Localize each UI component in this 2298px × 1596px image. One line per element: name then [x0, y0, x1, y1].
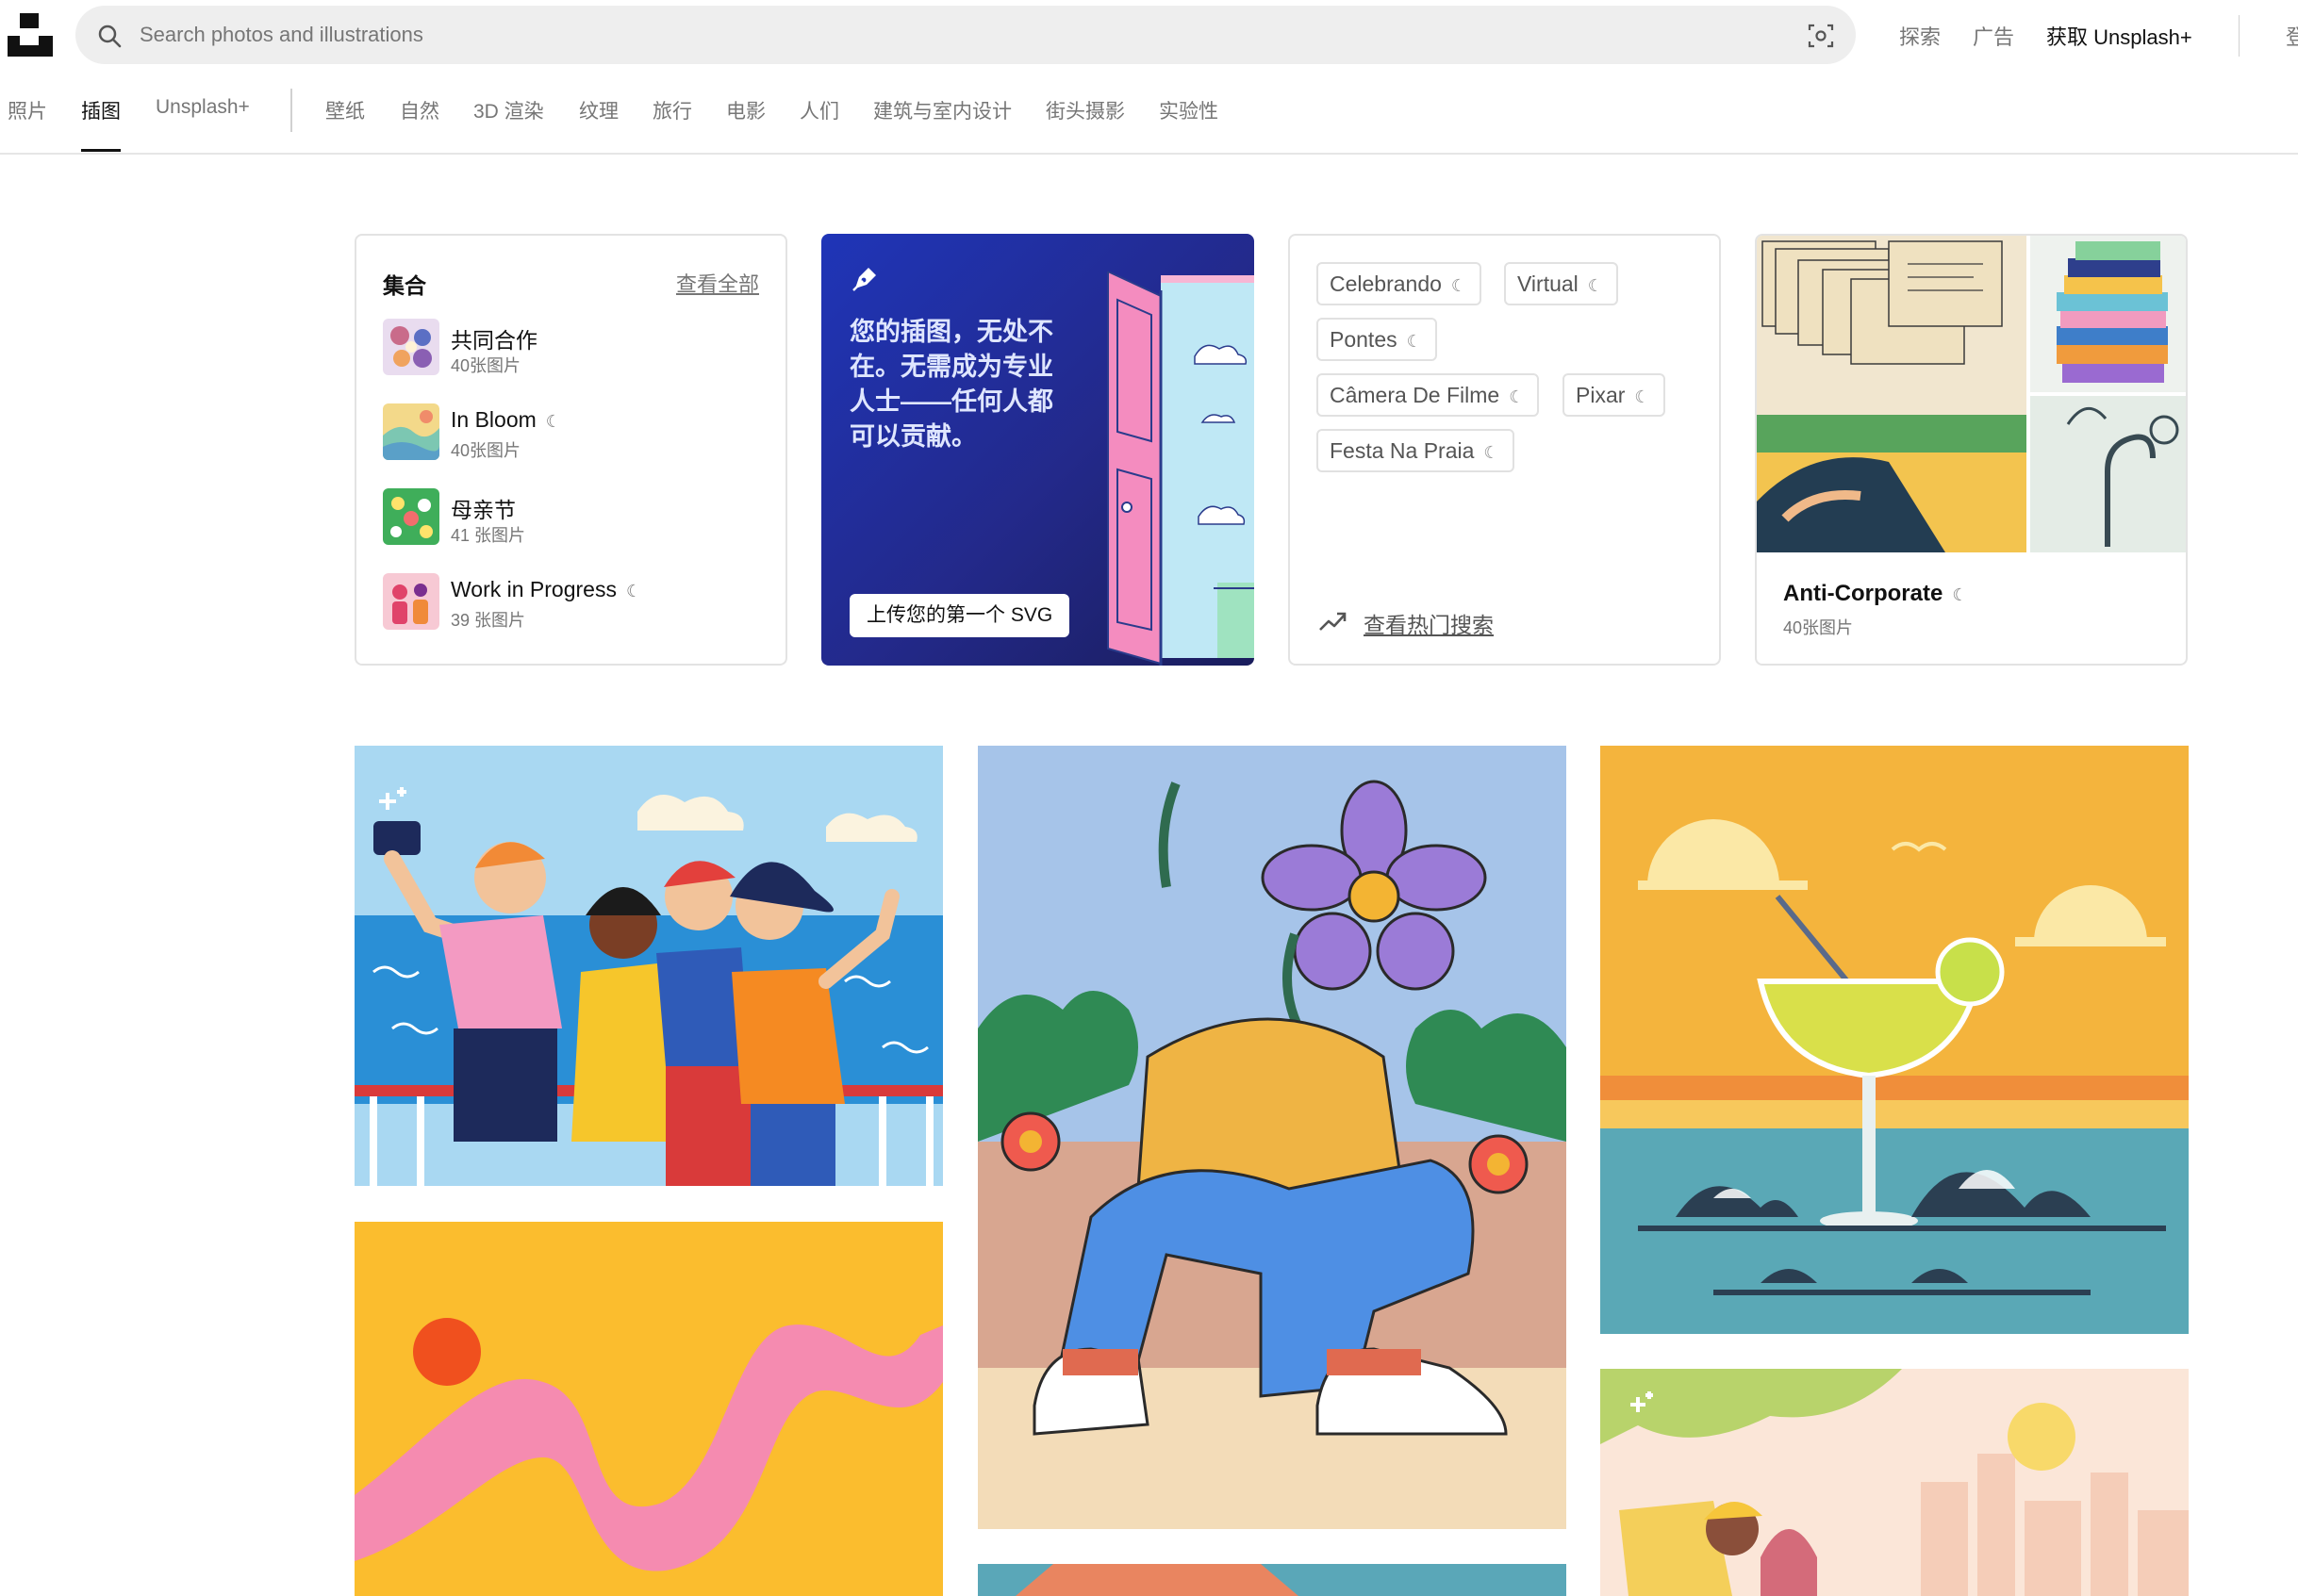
unsplash-plus-icon: ☾ — [1587, 276, 1603, 295]
collection-item[interactable]: 母亲节 41 张图片 — [383, 488, 760, 547]
tab-3d-renders[interactable]: 3D 渲染 — [473, 96, 544, 124]
upload-promo-card: 您的插图，无处不在。无需成为专业人士——任何人都可以贡献。 上传您的第一个 SV… — [821, 234, 1254, 666]
visual-search-icon[interactable] — [1807, 22, 1835, 50]
category-tabs: 照片 插图 Unsplash+ 壁纸 自然 3D 渲染 纹理 旅行 电影 人们 … — [0, 74, 2298, 155]
illustration-friends-selfie[interactable] — [355, 746, 943, 1186]
top-bar: 探索 广告 获取 Unsplash+ 登 — [0, 0, 2298, 70]
unsplash-plus-icon: ☾ — [1634, 387, 1650, 406]
search-icon[interactable] — [96, 23, 123, 49]
tab-experimental[interactable]: 实验性 — [1159, 96, 1218, 124]
login-link[interactable]: 登 — [2286, 21, 2298, 51]
illustration-flower-head-person[interactable] — [978, 746, 1566, 1529]
active-tab-indicator — [81, 149, 121, 152]
tab-unsplash-plus[interactable]: Unsplash+ — [156, 96, 250, 119]
collection-thumbnail — [383, 319, 439, 375]
upload-svg-button[interactable]: 上传您的第一个 SVG — [850, 594, 1070, 637]
featured-collection-card[interactable]: Anti-Corporate ☾ 40张图片 — [1755, 234, 2188, 666]
unsplash-plus-icon: ☾ — [1450, 276, 1467, 295]
illustration-beach-person[interactable] — [1600, 1369, 2189, 1596]
tab-nature[interactable]: 自然 — [400, 96, 439, 124]
illustration-cocktail-beach[interactable] — [1600, 746, 2189, 1334]
illustration-partial[interactable] — [978, 1564, 1566, 1596]
featured-collection-count: 40张图片 — [1783, 618, 1854, 637]
trending-chip[interactable]: Festa Na Praia ☾ — [1316, 429, 1514, 472]
header-divider — [2239, 15, 2240, 57]
nav-explore-link[interactable]: 探索 — [1899, 21, 1941, 51]
collection-name: In Bloom ☾ — [451, 407, 561, 432]
search-input[interactable] — [138, 15, 1741, 55]
featured-collection-thumbnails — [1757, 236, 2186, 552]
view-trending-text: 查看热门搜索 — [1364, 613, 1494, 637]
open-door-illustration — [1107, 271, 1254, 666]
collection-count: 41 张图片 — [451, 526, 526, 545]
tab-textures[interactable]: 纹理 — [579, 96, 619, 124]
collection-thumbnail — [383, 573, 439, 630]
unsplash-plus-icon: ☾ — [1509, 387, 1525, 406]
tab-film[interactable]: 电影 — [726, 96, 766, 124]
tab-street-photography[interactable]: 街头摄影 — [1046, 96, 1125, 124]
get-unsplash-plus-link[interactable]: 获取 Unsplash+ — [2046, 21, 2192, 51]
tab-illustrations[interactable]: 插图 — [81, 96, 121, 124]
unsplash-plus-icon: ☾ — [1406, 332, 1422, 351]
promo-text: 您的插图，无处不在。无需成为专业人士——任何人都可以贡献。 — [850, 318, 1053, 451]
tab-travel[interactable]: 旅行 — [653, 96, 692, 124]
collection-name: Work in Progress ☾ — [451, 577, 642, 601]
collections-card: 集合 查看全部 共同合作 40张图片 In Bloom ☾ 40张图片 母亲节 4… — [355, 234, 787, 666]
trending-chip[interactable]: Virtual ☾ — [1504, 262, 1618, 305]
tab-wallpapers[interactable]: 壁纸 — [325, 96, 365, 124]
trending-searches-card: Celebrando ☾ Virtual ☾ Pontes ☾ Câmera De F… — [1288, 234, 1721, 666]
collections-title: 集合 — [383, 273, 426, 298]
unsplash-plus-icon: ☾ — [545, 412, 561, 431]
nav-advertise-link[interactable]: 广告 — [1973, 21, 2014, 51]
tab-architecture-interior[interactable]: 建筑与室内设计 — [873, 96, 1012, 124]
tabs-divider — [290, 89, 292, 132]
unsplash-plus-icon: ☾ — [625, 582, 642, 601]
collection-item[interactable]: In Bloom ☾ 40张图片 — [383, 403, 760, 462]
unsplash-logo-icon[interactable] — [8, 13, 53, 57]
illustration-abstract-wave[interactable] — [355, 1222, 943, 1596]
trending-up-icon — [1318, 609, 1347, 633]
collection-name: 共同合作 — [451, 328, 537, 353]
trending-chip[interactable]: Celebrando ☾ — [1316, 262, 1482, 305]
unsplash-plus-icon: ☾ — [1952, 585, 1968, 604]
unsplash-plus-icon: ☾ — [1483, 443, 1499, 462]
collection-name: 母亲节 — [451, 498, 516, 522]
collection-count: 40张图片 — [451, 441, 521, 460]
view-trending-link[interactable]: 查看热门搜索 — [1318, 605, 1695, 637]
collection-thumbnail — [383, 488, 439, 545]
collection-item[interactable]: 共同合作 40张图片 — [383, 319, 760, 377]
view-all-collections-link[interactable]: 查看全部 — [676, 268, 759, 298]
trending-chip[interactable]: Pontes ☾ — [1316, 318, 1437, 361]
collection-count: 39 张图片 — [451, 611, 526, 630]
search-bar[interactable] — [75, 6, 1856, 64]
tab-people[interactable]: 人们 — [800, 96, 839, 124]
pen-tool-icon — [850, 262, 882, 294]
collection-thumbnail — [383, 403, 439, 460]
trending-chip[interactable]: Câmera De Filme ☾ — [1316, 373, 1540, 417]
collection-count: 40张图片 — [451, 356, 521, 375]
featured-collection-title: Anti-Corporate ☾ — [1783, 581, 1968, 606]
collection-item[interactable]: Work in Progress ☾ 39 张图片 — [383, 573, 760, 632]
tab-photos[interactable]: 照片 — [8, 96, 47, 124]
trending-chip[interactable]: Pixar ☾ — [1562, 373, 1665, 417]
